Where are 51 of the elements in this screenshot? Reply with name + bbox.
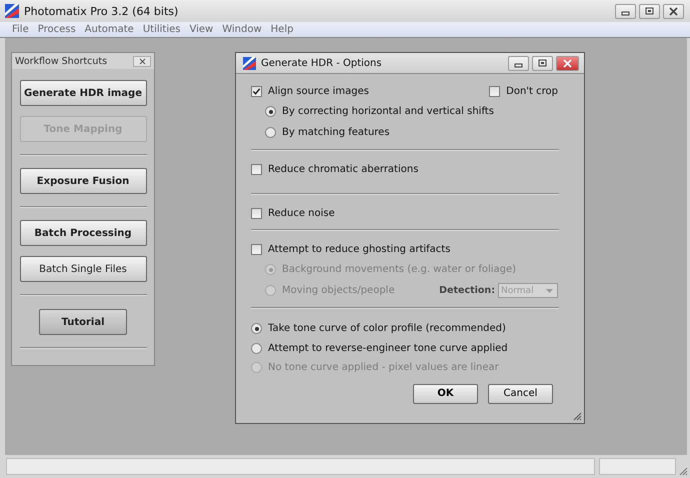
window-title: Photomatix Pro 3.2 (64 bits) [24, 4, 178, 18]
checkbox-label: Attempt to reduce ghosting artifacts [268, 244, 450, 254]
shortcut-button[interactable]: Batch Processing [20, 220, 146, 246]
maximize-icon[interactable] [532, 56, 553, 70]
checkbox-label: Reduce chromatic aberrations [268, 164, 418, 174]
checkbox[interactable] [251, 208, 262, 218]
menu-item[interactable]: File [12, 24, 29, 35]
menu-item[interactable]: View [189, 24, 214, 35]
menu-item[interactable]: Utilities [142, 24, 180, 35]
shortcut-button[interactable]: Generate HDR image [20, 80, 146, 106]
cancel-button[interactable]: Cancel [488, 384, 553, 404]
radio-label: By correcting horizontal and vertical shifts [282, 106, 494, 117]
panel-title: Workflow Shortcuts [15, 56, 108, 66]
radio-button[interactable] [251, 323, 262, 334]
checkbox-label: Align source images [268, 86, 370, 96]
minimize-icon[interactable] [508, 56, 529, 70]
menu-item[interactable]: Automate [84, 24, 134, 35]
maximize-icon[interactable] [639, 4, 660, 18]
menu-item[interactable]: Process [38, 24, 76, 35]
minimize-icon[interactable] [615, 4, 636, 18]
close-icon[interactable] [663, 4, 684, 18]
app-icon [243, 56, 256, 70]
close-icon[interactable] [133, 56, 151, 66]
radio-button[interactable] [265, 127, 276, 138]
resize-grip-icon[interactable] [572, 411, 582, 421]
checkbox-label: Don't crop [506, 86, 558, 96]
shortcut-button[interactable]: Exposure Fusion [20, 168, 146, 194]
menu-item[interactable]: Help [270, 24, 294, 35]
dialog-title: Generate HDR - Options [261, 58, 382, 68]
ok-button[interactable]: OK [413, 384, 478, 404]
resize-grip-icon[interactable] [678, 466, 688, 476]
app-icon [5, 4, 19, 18]
radio-label: Take tone curve of color profile (recommended) [268, 323, 506, 334]
radio-button[interactable] [251, 342, 262, 354]
shortcut-button[interactable]: Batch Single Files [20, 256, 146, 282]
checkbox[interactable] [251, 164, 262, 174]
dropdown-arrow-icon [546, 288, 553, 292]
radio-label: Attempt to reverse-engineer tone curve applied [268, 342, 508, 354]
radio-label: No tone curve applied - pixel values are linear [268, 362, 499, 374]
radio-label: Moving objects/people [282, 285, 395, 296]
radio-button[interactable] [265, 106, 276, 117]
detection-label: Detection: [439, 285, 495, 296]
radio-label: Background movements (e.g. water or foliage) [282, 264, 516, 275]
menu-item[interactable]: Window [222, 24, 262, 35]
checkbox-label: Reduce noise [268, 208, 335, 218]
checkbox[interactable] [489, 86, 500, 96]
radio-label: By matching features [282, 127, 390, 138]
close-icon[interactable] [556, 56, 579, 70]
shortcut-button[interactable]: Tutorial [39, 309, 127, 335]
checkbox[interactable] [251, 86, 262, 96]
checkbox[interactable] [251, 244, 262, 254]
